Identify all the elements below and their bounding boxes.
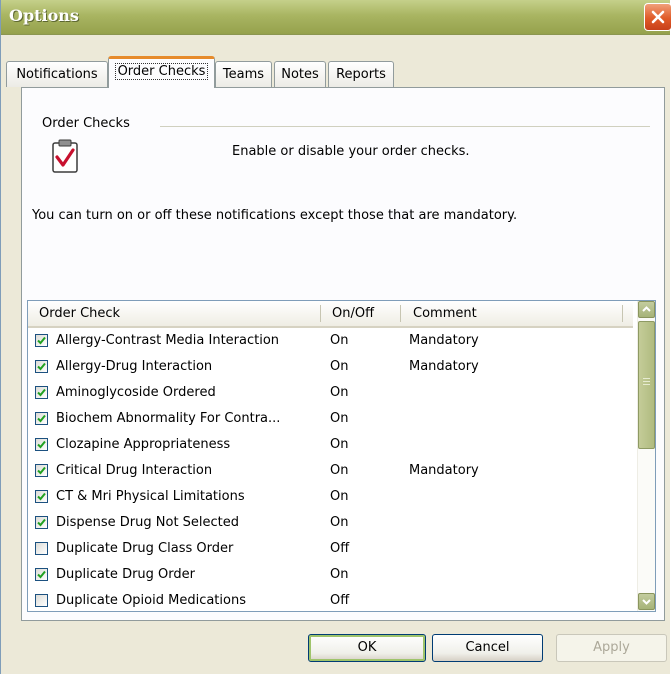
options-window: Options Notifications Order Checks Teams… [0,0,671,674]
checkbox[interactable] [35,386,48,399]
tab-notifications[interactable]: Notifications [6,61,108,87]
order-check-name: Allergy-Contrast Media Interaction [56,333,280,348]
group-divider [160,126,650,127]
list-item[interactable]: Duplicate Drug Order On [28,562,633,588]
checkmark-icon [37,440,46,449]
order-check-state: On [330,411,349,426]
order-check-name: Dispense Drug Not Selected [56,515,240,530]
title-bar[interactable]: Options [1,0,671,35]
checkmark-icon [37,414,46,423]
list-item[interactable]: Biochem Abnormality For Contra... On [28,406,633,432]
chevron-down-icon [642,599,651,605]
column-header-order-check[interactable]: Order Check [39,301,120,326]
order-check-state: On [330,515,349,530]
checkbox[interactable] [35,412,48,425]
checkmark-icon [37,466,46,475]
order-check-state: Off [330,593,350,608]
tab-reports[interactable]: Reports [328,61,394,87]
order-check-state: Off [330,541,350,556]
order-check-name: Duplicate Drug Class Order [56,541,234,556]
vertical-scrollbar[interactable] [637,301,655,611]
window-title: Options [9,6,79,25]
order-check-state: On [330,359,349,374]
order-check-state: On [330,437,349,452]
order-check-state: On [330,463,349,478]
panel-description: You can turn on or off these notificatio… [32,208,518,223]
column-separator[interactable] [622,305,623,322]
order-check-name: Biochem Abnormality For Contra... [56,411,281,426]
list-item[interactable]: CT & Mri Physical Limitations On [28,484,633,510]
list-item[interactable]: Allergy-Drug Interaction On Mandatory [28,354,633,380]
order-check-state: On [330,567,349,582]
tab-order-checks[interactable]: Order Checks [108,56,215,88]
thumb-grip [643,384,650,385]
ok-button[interactable]: OK [308,634,426,662]
order-check-comment: Mandatory [409,463,479,478]
order-check-name: Aminoglycoside Ordered [56,385,216,400]
order-check-comment: Mandatory [409,333,479,348]
group-label: Order Checks [42,116,136,131]
checkmark-icon [37,336,46,345]
order-check-name: Critical Drug Interaction [56,463,213,478]
order-check-name: Duplicate Opioid Medications [56,593,246,608]
apply-button[interactable]: Apply [556,634,667,662]
order-check-state: On [330,333,349,348]
checkbox[interactable] [35,542,48,555]
order-check-state: On [330,385,349,400]
checkbox[interactable] [35,334,48,347]
scroll-thumb[interactable] [638,321,655,449]
scroll-up-button[interactable] [638,301,655,318]
tab-notes[interactable]: Notes [274,61,326,87]
column-separator[interactable] [320,305,321,322]
order-check-list: Order Check On/Off Comment Allergy-Contr… [27,300,656,612]
checkbox[interactable] [35,438,48,451]
scroll-down-button[interactable] [638,593,655,610]
checkmark-icon [37,492,46,501]
order-check-state: On [330,489,349,504]
checkbox[interactable] [35,464,48,477]
list-header: Order Check On/Off Comment [28,301,633,328]
list-item[interactable]: Clozapine Appropriateness On [28,432,633,458]
close-icon [651,10,665,24]
thumb-grip [643,378,650,379]
column-header-comment[interactable]: Comment [413,301,477,326]
order-checks-panel: Order Checks Enable or disable your orde… [21,87,665,621]
column-header-on-off[interactable]: On/Off [332,301,374,326]
checkbox[interactable] [35,516,48,529]
close-button[interactable] [644,3,671,31]
order-check-name: Clozapine Appropriateness [56,437,231,452]
tab-teams[interactable]: Teams [215,61,272,87]
checkmark-icon [37,570,46,579]
list-item[interactable]: Duplicate Opioid Medications Off [28,588,633,611]
checkbox[interactable] [35,490,48,503]
order-check-name: CT & Mri Physical Limitations [56,489,245,504]
checkbox[interactable] [35,594,48,607]
thumb-grip [643,381,650,382]
checkmark-icon [37,518,46,527]
checkbox[interactable] [35,568,48,581]
order-check-name: Duplicate Drug Order [56,567,195,582]
enable-description: Enable or disable your order checks. [232,144,470,159]
list-item[interactable]: Allergy-Contrast Media Interaction On Mand… [28,328,633,354]
column-separator[interactable] [400,305,401,322]
list-item[interactable]: Aminoglycoside Ordered On [28,380,633,406]
clipboard-check-icon [52,139,78,173]
chevron-up-icon [642,306,651,312]
list-item[interactable]: Duplicate Drug Class Order Off [28,536,633,562]
checkbox[interactable] [35,360,48,373]
list-item[interactable]: Dispense Drug Not Selected On [28,510,633,536]
order-check-name: Allergy-Drug Interaction [56,359,213,374]
checkmark-icon [37,388,46,397]
checkmark-icon [37,362,46,371]
list-item[interactable]: Critical Drug Interaction On Mandatory [28,458,633,484]
order-check-comment: Mandatory [409,359,479,374]
cancel-button[interactable]: Cancel [432,634,543,662]
